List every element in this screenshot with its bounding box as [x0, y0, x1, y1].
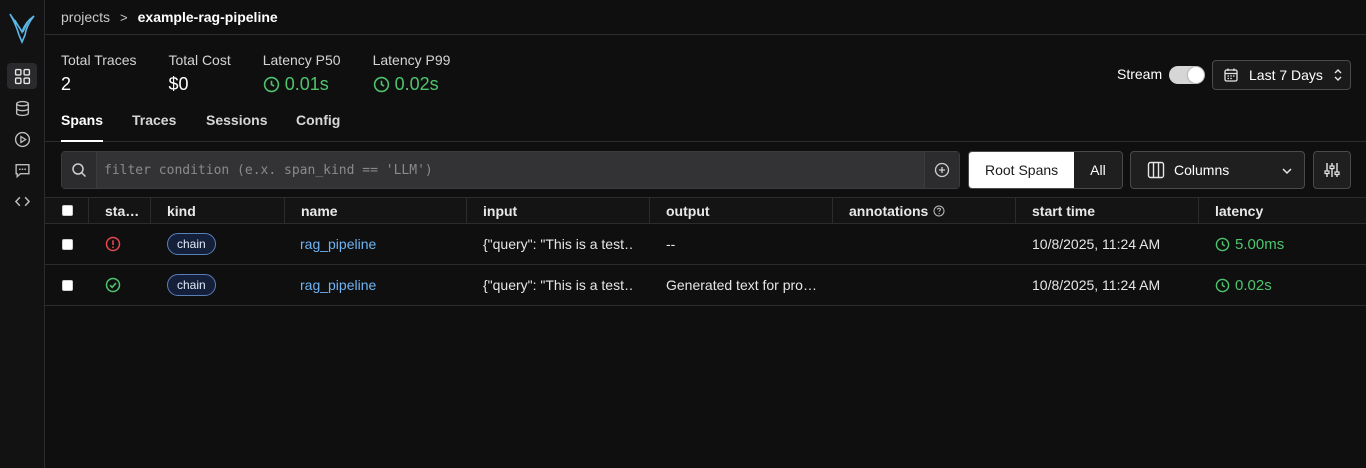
time-range-select[interactable]: Last 7 Days: [1212, 60, 1351, 90]
stat-value: $0: [168, 74, 189, 94]
select-all-checkbox[interactable]: [62, 205, 73, 216]
span-name-link[interactable]: rag_pipeline: [300, 224, 376, 264]
stat-value: 0.02s: [373, 74, 451, 95]
app-window: projects > example-rag-pipeline Total Tr…: [0, 0, 1366, 468]
annotations-header-label: annotations: [849, 202, 929, 219]
stat-latency-p50: Latency P50 0.01s: [263, 52, 341, 95]
nav-projects-grid-icon[interactable]: [7, 63, 37, 89]
table-row[interactable]: chain rag_pipeline {"query": "This is a …: [45, 265, 1366, 306]
tab-traces[interactable]: Traces: [132, 112, 176, 142]
latency-cell: 0.02s: [1215, 265, 1272, 305]
stat-label: Total Cost: [168, 52, 231, 68]
project-tabs: Spans Traces Sessions Config: [45, 105, 1366, 142]
columns-button[interactable]: Columns: [1130, 151, 1305, 189]
latency-value: 0.02s: [1235, 276, 1272, 294]
input-cell: {"query": "This is a test…: [483, 236, 633, 252]
column-header-input[interactable]: input: [467, 198, 650, 223]
nav-playground-play-circle-icon[interactable]: [7, 126, 37, 152]
toggle-knob: [1188, 67, 1204, 83]
breadcrumb: projects > example-rag-pipeline: [45, 0, 1366, 35]
tab-sessions[interactable]: Sessions: [206, 112, 267, 142]
calendar-icon: [1224, 68, 1238, 82]
stream-label: Stream: [1117, 66, 1163, 82]
row-checkbox-cell: [62, 224, 73, 264]
stat-total-cost: Total Cost $0: [168, 52, 230, 95]
nav-prompts-message-icon[interactable]: [7, 157, 37, 183]
output-cell: --: [666, 236, 676, 252]
tab-spans[interactable]: Spans: [61, 112, 104, 142]
row-checkbox-cell: [62, 265, 73, 305]
output-cell: Generated text for pro…: [666, 277, 817, 293]
sliders-icon: [1324, 163, 1340, 177]
row-checkbox[interactable]: [62, 238, 73, 250]
all-spans-option[interactable]: All: [1074, 152, 1122, 188]
stat-label: Latency P50: [262, 52, 341, 68]
column-header-latency[interactable]: latency: [1199, 198, 1366, 223]
select-all-cell: [45, 198, 89, 223]
stat-label: Total Traces: [61, 52, 137, 68]
spans-table-header: sta… kind name input output annotations …: [45, 197, 1366, 224]
nav-datasets-database-icon[interactable]: [7, 95, 37, 121]
time-range-label: Last 7 Days: [1249, 67, 1323, 83]
breadcrumb-projects-link[interactable]: projects: [61, 9, 110, 25]
breadcrumb-current-project: example-rag-pipeline: [137, 9, 278, 25]
clock-icon: [263, 76, 279, 93]
tab-config[interactable]: Config: [296, 112, 340, 142]
span-scope-toggle: Root Spans All: [968, 151, 1123, 189]
clock-icon: [1215, 237, 1230, 251]
up-down-chevron-icon: [1334, 69, 1342, 81]
column-header-output[interactable]: output: [650, 198, 833, 223]
column-header-annotations[interactable]: annotations: [833, 198, 1016, 223]
span-kind-badge: chain: [167, 274, 216, 296]
span-kind-badge: chain: [167, 233, 216, 255]
clock-icon: [373, 76, 389, 93]
stream-toggle[interactable]: [1169, 66, 1205, 84]
root-spans-option[interactable]: Root Spans: [969, 152, 1075, 188]
columns-icon: [1147, 161, 1165, 179]
table-settings-button[interactable]: [1313, 151, 1351, 189]
chevron-down-icon: [1282, 168, 1292, 175]
latency-cell: 5.00ms: [1215, 224, 1284, 264]
columns-label: Columns: [1174, 162, 1230, 178]
row-checkbox[interactable]: [62, 279, 73, 291]
table-row[interactable]: chain rag_pipeline {"query": "This is a …: [45, 224, 1366, 265]
column-header-status[interactable]: sta…: [89, 198, 151, 223]
add-filter-plus-circle-icon[interactable]: [924, 152, 959, 188]
latency-p99-value: 0.02s: [394, 74, 439, 94]
column-header-name[interactable]: name: [285, 198, 467, 223]
filter-condition-input[interactable]: [98, 152, 924, 188]
stat-value: 2: [61, 74, 72, 94]
start-time-cell: 10/8/2025, 11:24 AM: [1032, 277, 1161, 293]
kind-cell: chain: [167, 224, 216, 264]
status-error-icon: [105, 224, 121, 264]
sidebar-rail: [0, 0, 45, 468]
start-time-cell: 10/8/2025, 11:24 AM: [1032, 236, 1161, 252]
kind-cell: chain: [167, 265, 216, 305]
span-filter-bar: [61, 151, 960, 189]
column-header-start-time[interactable]: start time: [1016, 198, 1199, 223]
stat-latency-p99: Latency P99 0.02s: [373, 52, 451, 95]
phoenix-logo-icon[interactable]: [7, 10, 37, 45]
column-header-kind[interactable]: kind: [151, 198, 285, 223]
nav-apis-code-icon[interactable]: [7, 188, 37, 214]
clock-icon: [1215, 278, 1230, 292]
stat-value: 0.01s: [263, 74, 341, 95]
latency-value: 5.00ms: [1235, 235, 1285, 253]
input-cell: {"query": "This is a test…: [483, 277, 633, 293]
status-ok-icon: [105, 265, 121, 305]
breadcrumb-separator: >: [120, 9, 128, 25]
latency-p50-value: 0.01s: [284, 74, 329, 94]
search-icon: [62, 152, 97, 188]
span-name-link[interactable]: rag_pipeline: [300, 265, 376, 305]
help-circle-icon[interactable]: [933, 205, 945, 217]
stat-total-traces: Total Traces 2: [61, 52, 136, 95]
project-stats: Total Traces 2 Total Cost $0 Latency P50…: [61, 52, 482, 95]
stat-label: Latency P99: [372, 52, 451, 68]
